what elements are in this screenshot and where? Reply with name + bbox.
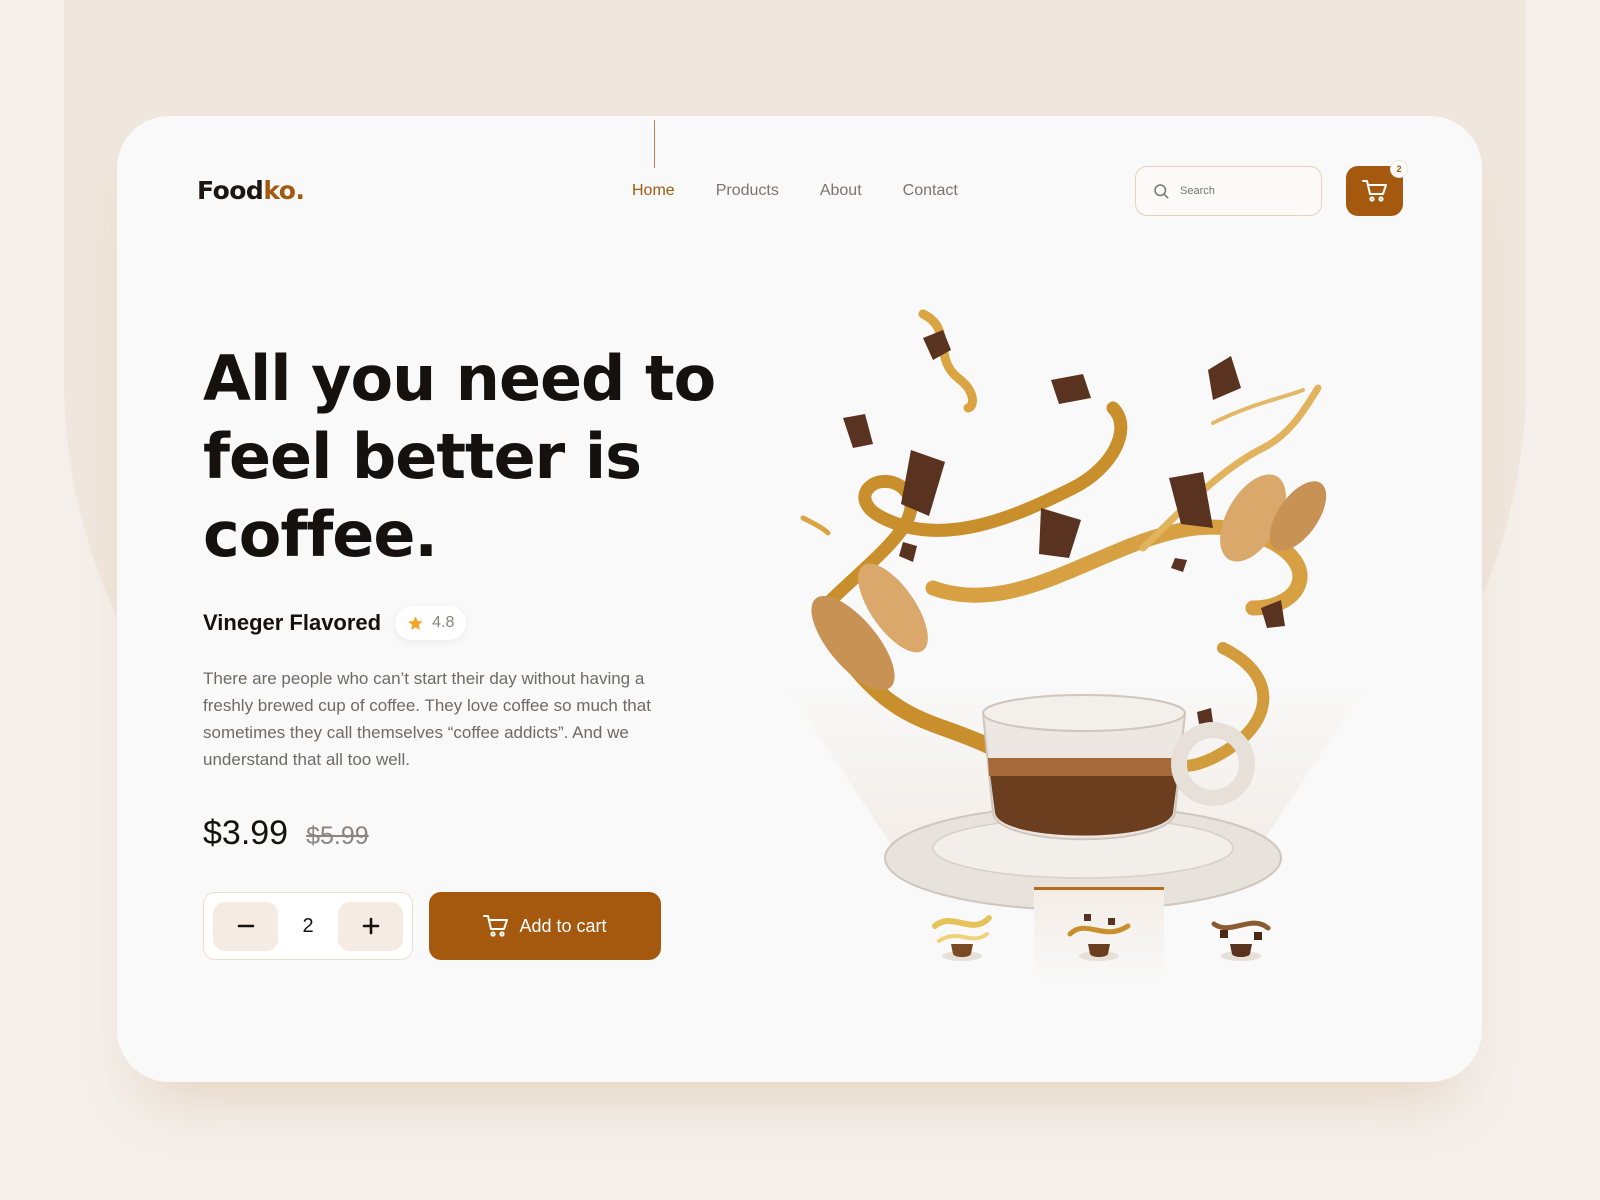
search-icon <box>1154 184 1169 199</box>
thumbnail-active-indicator <box>1034 887 1164 890</box>
rating-badge: 4.8 <box>395 606 467 640</box>
search-input[interactable] <box>1180 185 1300 197</box>
product-description: There are people who can’t start their d… <box>203 669 651 769</box>
thumbnail-1[interactable] <box>927 906 997 966</box>
current-price: $3.99 <box>203 814 289 852</box>
nav-item-contact[interactable]: Contact <box>903 182 958 200</box>
nav-active-line <box>654 120 655 168</box>
hero-headline: All you need to feel better is coffee. <box>203 342 716 571</box>
rating-value: 4.8 <box>432 614 455 631</box>
thumbnail-3[interactable] <box>1206 906 1276 966</box>
flavor-row: Vineger Flavored 4.8 <box>203 606 467 640</box>
cart-button[interactable]: 2 <box>1346 160 1408 216</box>
brand-name-accent: ko. <box>263 176 305 205</box>
star-icon <box>408 615 423 630</box>
price-row: $3.99 $5.99 <box>203 814 369 853</box>
nav-item-home[interactable]: Home <box>632 182 675 200</box>
plus-icon <box>362 917 379 935</box>
coffee-cup-image <box>800 309 1327 911</box>
main-card: Foodko. Home Products About Contact 2 Al… <box>117 116 1482 1082</box>
minus-icon <box>237 924 254 928</box>
brand-name-main: Food <box>197 176 264 205</box>
nav-item-about[interactable]: About <box>820 182 862 200</box>
cart-icon <box>1361 180 1387 202</box>
search-box[interactable] <box>1135 166 1322 216</box>
flavor-name: Vineger Flavored <box>203 610 382 635</box>
nav-item-products[interactable]: Products <box>716 182 779 200</box>
thumbnail-2[interactable] <box>1064 906 1134 966</box>
cart-icon <box>483 915 509 937</box>
quantity-stepper: 2 <box>203 892 413 960</box>
increase-button[interactable] <box>338 901 403 951</box>
add-to-cart-button[interactable]: Add to cart <box>429 892 661 960</box>
brand-logo[interactable]: Foodko. <box>197 176 305 205</box>
decrease-button[interactable] <box>213 901 278 951</box>
add-to-cart-label: Add to cart <box>519 915 607 936</box>
old-price: $5.99 <box>306 822 369 850</box>
cart-count-badge: 2 <box>1390 160 1408 178</box>
quantity-value[interactable]: 2 <box>302 915 313 938</box>
main-nav: Home Products About Contact <box>632 182 999 200</box>
